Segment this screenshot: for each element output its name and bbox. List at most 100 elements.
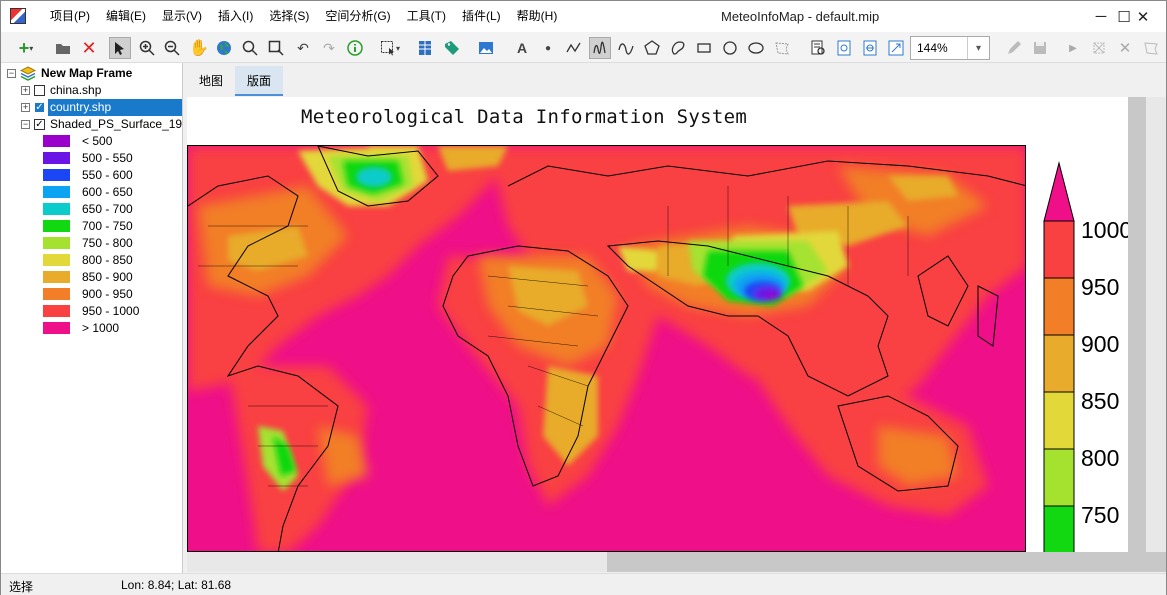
picture-icon[interactable]: [475, 37, 497, 59]
undo-icon[interactable]: ↶: [292, 37, 314, 59]
edit-pencil-icon[interactable]: [1003, 37, 1025, 59]
layer-country[interactable]: + ✓ country.shp: [21, 99, 182, 116]
ellipse-icon[interactable]: [745, 37, 767, 59]
colorbar[interactable]: [1043, 161, 1077, 552]
menu-bar: 项目(P) 编辑(E) 显示(V) 插入(I) 选择(S) 空间分析(G) 工具…: [42, 1, 565, 32]
collapse-icon[interactable]: −: [21, 120, 30, 129]
layer-visibility-checkbox[interactable]: ✓: [34, 102, 45, 113]
node-edit-icon[interactable]: [1088, 37, 1110, 59]
delete-edit-icon[interactable]: ✕: [1114, 37, 1136, 59]
save-edit-icon[interactable]: [1029, 37, 1051, 59]
menu-view[interactable]: 显示(V): [154, 1, 210, 32]
colorbar-tick-label: 950: [1081, 274, 1120, 300]
layer-name: Shaded_PS_Surface_198: [50, 117, 183, 131]
select-features-icon[interactable]: ▾: [373, 37, 407, 59]
legend-class-item[interactable]: 650 - 700: [1, 201, 182, 218]
legend-class-item[interactable]: 900 - 950: [1, 286, 182, 303]
legend-class-item[interactable]: 500 - 550: [1, 150, 182, 167]
status-bar: 选择 Lon: 8.84; Lat: 81.68: [1, 573, 1166, 595]
polyline-icon[interactable]: [563, 37, 585, 59]
zoom-rectangle-icon[interactable]: [265, 37, 287, 59]
legend-class-item[interactable]: 550 - 600: [1, 167, 182, 184]
more-icon[interactable]: [1140, 37, 1162, 59]
freehand-polygon-icon[interactable]: [771, 37, 793, 59]
layer-visibility-checkbox[interactable]: [34, 85, 45, 96]
open-folder-icon[interactable]: [52, 37, 74, 59]
chevron-down-icon[interactable]: ▾: [967, 37, 989, 59]
menu-insert[interactable]: 插入(I): [210, 1, 261, 32]
redo-icon[interactable]: ↷: [318, 37, 340, 59]
legend-class-label: > 1000: [82, 321, 120, 335]
curve-polygon-icon[interactable]: [667, 37, 689, 59]
select-pointer-icon[interactable]: [109, 37, 131, 59]
expand-icon[interactable]: +: [21, 86, 30, 95]
legend-class-item[interactable]: 950 - 1000: [1, 303, 182, 320]
legend-class-item[interactable]: 600 - 650: [1, 184, 182, 201]
legend-class-item[interactable]: 850 - 900: [1, 269, 182, 286]
expand-icon[interactable]: +: [21, 103, 30, 112]
map-svg: [188, 146, 1025, 551]
legend-class-label: < 500: [82, 134, 113, 148]
legend-class-item[interactable]: 700 - 750: [1, 218, 182, 235]
layer-shaded-surface[interactable]: − ✓ Shaded_PS_Surface_198: [21, 116, 183, 133]
label-tag-icon[interactable]: [441, 37, 463, 59]
menu-tools[interactable]: 工具(T): [399, 1, 454, 32]
zoom-layout-icon[interactable]: [885, 37, 907, 59]
point-icon[interactable]: ●: [537, 37, 559, 59]
legend-class-swatch: [43, 271, 70, 283]
layer-name: country.shp: [48, 99, 182, 116]
menu-project[interactable]: 项目(P): [42, 1, 98, 32]
polygon-icon[interactable]: [641, 37, 663, 59]
pan-hand-icon[interactable]: ✋: [188, 37, 210, 59]
menu-plugins[interactable]: 插件(L): [454, 1, 509, 32]
tab-layout[interactable]: 版面: [235, 66, 284, 96]
add-layer-icon[interactable]: + ▾: [11, 37, 41, 59]
zoom-out-icon[interactable]: [161, 37, 183, 59]
horizontal-scrollbar[interactable]: [187, 552, 1166, 572]
menu-edit[interactable]: 编辑(E): [98, 1, 154, 32]
close-button[interactable]: ✕: [1120, 1, 1166, 32]
remove-layer-icon[interactable]: ✕: [78, 37, 100, 59]
legend-class-item[interactable]: > 1000: [1, 320, 182, 337]
play-icon[interactable]: ▶: [1062, 37, 1084, 59]
legend-class-item[interactable]: 800 - 850: [1, 252, 182, 269]
layer-china[interactable]: + china.shp: [21, 82, 182, 99]
menu-help[interactable]: 帮助(H): [509, 1, 566, 32]
identify-info-icon[interactable]: [344, 37, 366, 59]
circle-icon[interactable]: [719, 37, 741, 59]
menu-select[interactable]: 选择(S): [261, 1, 317, 32]
text-icon[interactable]: A: [511, 37, 533, 59]
vertical-scrollbar-thumb[interactable]: [1128, 97, 1146, 552]
attribute-table-icon[interactable]: [414, 37, 436, 59]
legend-class-swatch: [43, 203, 70, 215]
legend-class-swatch: [43, 169, 70, 181]
fit-width-icon[interactable]: [859, 37, 881, 59]
curve-icon[interactable]: [615, 37, 637, 59]
print-preview-icon[interactable]: [807, 37, 829, 59]
app-window: 项目(P) 编辑(E) 显示(V) 插入(I) 选择(S) 空间分析(G) 工具…: [0, 0, 1167, 595]
menu-spatial-analysis[interactable]: 空间分析(G): [317, 1, 398, 32]
legend-class-label: 850 - 900: [82, 270, 133, 284]
legend-class-item[interactable]: 750 - 800: [1, 235, 182, 252]
colorbar-tick-label: 1000: [1081, 217, 1133, 243]
view-tabs: 地图 版面: [187, 66, 284, 96]
legend-class-swatch: [43, 220, 70, 232]
layout-title[interactable]: Meteorological Data Information System: [301, 106, 747, 128]
layer-visibility-checkbox[interactable]: ✓: [34, 119, 45, 130]
status-mode: 选择: [9, 580, 34, 594]
tab-map[interactable]: 地图: [187, 66, 235, 96]
legend-class-label: 550 - 600: [82, 168, 133, 182]
map-frame[interactable]: [187, 145, 1026, 552]
legend-class-item[interactable]: < 500: [1, 133, 182, 150]
full-extent-globe-icon[interactable]: [213, 37, 235, 59]
magnifier-icon[interactable]: [239, 37, 261, 59]
collapse-icon[interactable]: −: [7, 69, 16, 78]
horizontal-scrollbar-thumb[interactable]: [607, 552, 1166, 572]
freehand-icon[interactable]: [589, 37, 611, 59]
rectangle-icon[interactable]: [693, 37, 715, 59]
vertical-scrollbar-track[interactable]: [1146, 97, 1166, 552]
zoom-level-select[interactable]: 144% ▾: [910, 36, 990, 60]
legend-class-swatch: [43, 152, 70, 164]
zoom-in-icon[interactable]: [136, 37, 158, 59]
fit-page-icon[interactable]: [833, 37, 855, 59]
